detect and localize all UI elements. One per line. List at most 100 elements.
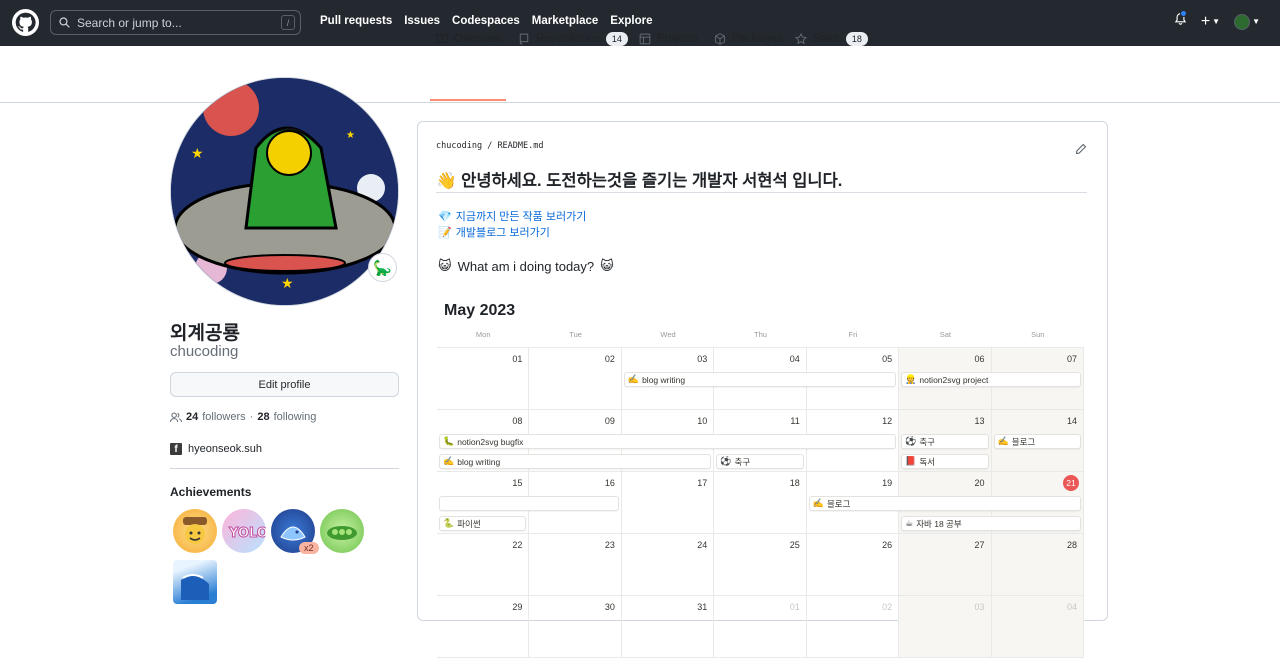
followers-link[interactable]: followers bbox=[202, 411, 245, 423]
calendar-day-cell[interactable]: 26 bbox=[806, 534, 900, 596]
achievement-badge[interactable] bbox=[173, 560, 217, 604]
calendar-day-number: 27 bbox=[974, 540, 985, 550]
search-input[interactable]: Search or jump to... / bbox=[50, 10, 301, 35]
achievement-badge[interactable]: YOLO bbox=[222, 509, 266, 553]
social-handle[interactable]: hyeonseok.suh bbox=[188, 443, 262, 455]
calendar-day-cell[interactable]: 25 bbox=[714, 534, 807, 596]
calendar-event[interactable]: ✍️ blog writing bbox=[439, 454, 712, 469]
achievements-heading[interactable]: Achievements bbox=[170, 485, 251, 499]
following-count[interactable]: 28 bbox=[257, 411, 269, 423]
readme-heading: 👋 안녕하세요. 도전하는것을 즐기는 개발자 서현석 입니다. bbox=[436, 167, 842, 191]
plus-icon: + bbox=[1200, 12, 1211, 30]
calendar-day-cell[interactable]: 31 bbox=[621, 596, 715, 658]
calendar-event[interactable]: 👷 notion2svg project bbox=[901, 372, 1081, 387]
calendar-day-number: 13 bbox=[974, 416, 985, 426]
arctic-code-vault-achievement-icon bbox=[181, 574, 209, 600]
facebook-icon: f bbox=[170, 443, 182, 455]
following-link[interactable]: following bbox=[274, 411, 317, 423]
tab-stars[interactable]: Stars 18 bbox=[795, 30, 868, 48]
nav-pull-requests[interactable]: Pull requests bbox=[320, 15, 392, 27]
calendar-day-number: 08 bbox=[512, 416, 523, 426]
cowboy-achievement-icon bbox=[183, 517, 207, 544]
calendar-day-cell[interactable]: 02 bbox=[529, 348, 622, 410]
calendar-day-cell[interactable]: 23 bbox=[529, 534, 622, 596]
nav-codespaces[interactable]: Codespaces bbox=[452, 15, 520, 27]
tab-projects[interactable]: Projects bbox=[639, 30, 699, 48]
calendar-day-cell[interactable]: 01 bbox=[714, 596, 807, 658]
user-menu-button[interactable]: ▼ bbox=[1234, 13, 1260, 30]
edit-readme-button[interactable] bbox=[1075, 143, 1087, 158]
readme-path: chucoding / README.md bbox=[436, 141, 544, 151]
calendar-day-cell[interactable]: 28 bbox=[991, 534, 1084, 596]
star-icon bbox=[795, 33, 807, 45]
calendar-day-cell[interactable]: 27 bbox=[899, 534, 992, 596]
calendar-day-number: 30 bbox=[604, 602, 615, 612]
event-title: blog writing bbox=[457, 456, 501, 467]
tab-repositories[interactable]: Repositories 14 bbox=[518, 30, 628, 48]
event-title: 블로그 bbox=[1011, 436, 1036, 447]
nav-explore[interactable]: Explore bbox=[610, 15, 652, 27]
link-text[interactable]: 지금까지 만든 작품 보러가기 bbox=[456, 208, 587, 224]
subheading-text: What am i doing today? bbox=[457, 258, 595, 274]
calendar-day-cell[interactable]: 18 bbox=[714, 472, 807, 534]
tab-label: Packages bbox=[732, 33, 783, 45]
social-link-facebook[interactable]: f hyeonseok.suh bbox=[170, 443, 262, 455]
calendar-day-cell[interactable]: 04 bbox=[991, 596, 1084, 658]
profile-tabs-bar bbox=[0, 46, 1280, 103]
profile-avatar[interactable]: ★ ★ ★ bbox=[170, 77, 399, 306]
calendar-day-cell[interactable]: 24 bbox=[621, 534, 715, 596]
calendar-event[interactable]: ✍️ blog writing bbox=[623, 372, 897, 387]
event-emoji-icon: ✍️ bbox=[627, 374, 640, 384]
event-title: 축구 bbox=[919, 436, 935, 447]
calendar-day-number: 03 bbox=[697, 354, 708, 364]
tab-packages[interactable]: Packages bbox=[714, 30, 783, 48]
nav-marketplace[interactable]: Marketplace bbox=[532, 15, 598, 27]
calendar-day-cell[interactable]: 17 bbox=[621, 472, 715, 534]
status-badge[interactable]: 🦕 bbox=[368, 253, 397, 282]
event-title: notion2svg project bbox=[919, 374, 989, 385]
tab-label: Overview bbox=[454, 33, 502, 45]
pencil-icon bbox=[1075, 143, 1087, 155]
calendar-day-cell[interactable]: 01 bbox=[437, 348, 530, 410]
notifications-button[interactable] bbox=[1174, 10, 1187, 31]
calendar-event[interactable] bbox=[439, 496, 619, 511]
calendar-event[interactable]: ✍️ 블로그 bbox=[808, 496, 1081, 511]
calendar-event[interactable]: ⚽ 축구 bbox=[901, 434, 989, 449]
achievement-badge[interactable] bbox=[173, 509, 217, 553]
calendar-day-cell[interactable]: 03 bbox=[899, 596, 992, 658]
portfolio-link[interactable]: 💎 지금까지 만든 작품 보러가기 bbox=[438, 208, 586, 224]
svg-text:★: ★ bbox=[346, 130, 355, 141]
tab-overview[interactable]: Overview bbox=[436, 30, 502, 48]
edit-profile-button[interactable]: Edit profile bbox=[170, 372, 399, 397]
gem-icon: 💎 bbox=[438, 210, 452, 223]
readme-owner-link[interactable]: chucoding bbox=[436, 141, 482, 151]
event-title: blog writing bbox=[642, 374, 686, 385]
calendar-day-cell[interactable]: 22 bbox=[437, 534, 530, 596]
followers-count[interactable]: 24 bbox=[186, 411, 198, 423]
create-new-button[interactable]: + ▼ bbox=[1201, 13, 1220, 31]
calendar-day-cell[interactable]: 30 bbox=[529, 596, 622, 658]
dinosaur-icon: 🦕 bbox=[373, 259, 392, 277]
nav-issues[interactable]: Issues bbox=[404, 15, 440, 27]
calendar-day-cell[interactable]: 29 bbox=[437, 596, 530, 658]
achievement-badge[interactable] bbox=[320, 509, 364, 553]
chevron-down-icon: ▼ bbox=[1252, 17, 1260, 26]
calendar-event[interactable]: ☕ 자바 18 공부 bbox=[901, 516, 1081, 531]
event-emoji-icon: ☕ bbox=[905, 518, 914, 528]
dev-blog-link[interactable]: 📝 개발블로그 보러가기 bbox=[438, 224, 550, 240]
calendar-event[interactable]: 🐛 notion2svg bugfix bbox=[439, 434, 897, 449]
event-emoji-icon: ✍️ bbox=[443, 456, 455, 466]
link-text[interactable]: 개발블로그 보러가기 bbox=[456, 224, 550, 240]
calendar-event[interactable]: ⚽ 축구 bbox=[716, 454, 804, 469]
calendar-day-cell[interactable]: 02 bbox=[806, 596, 900, 658]
event-title: 자바 18 공부 bbox=[916, 518, 962, 529]
search-shortcut-key: / bbox=[281, 15, 295, 30]
calendar-day-number: 03 bbox=[974, 602, 985, 612]
event-emoji-icon: ✍️ bbox=[997, 436, 1009, 446]
calendar-event[interactable]: ✍️ 블로그 bbox=[993, 434, 1081, 449]
readme-file-name: README.md bbox=[497, 141, 544, 151]
github-logo-icon[interactable] bbox=[12, 9, 39, 36]
weekday-label: Mon bbox=[475, 330, 491, 339]
calendar-event[interactable]: 🐍 파이썬 bbox=[439, 516, 527, 531]
calendar-event[interactable]: 📕 독서 bbox=[901, 454, 989, 469]
